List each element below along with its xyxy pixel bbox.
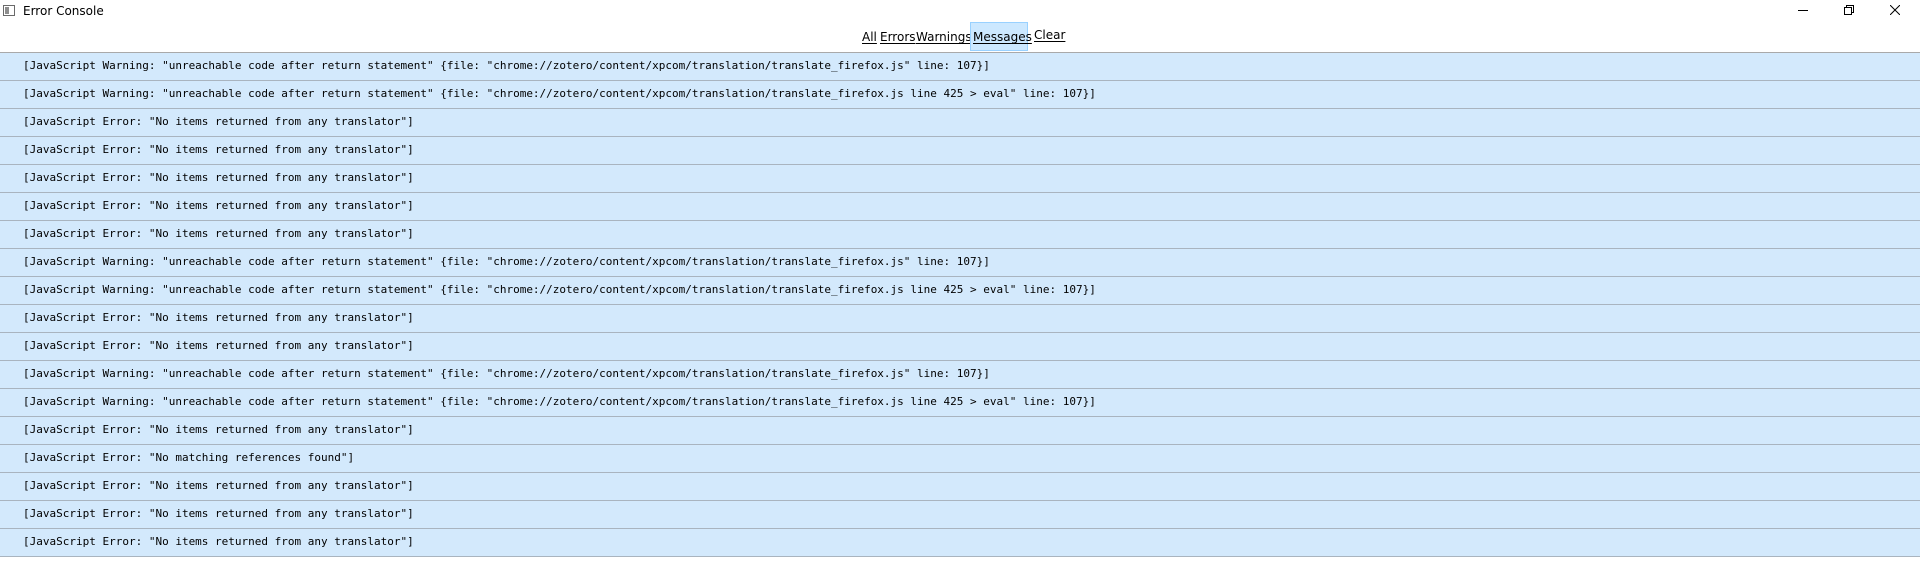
close-icon: [1890, 5, 1900, 15]
filter-errors-button[interactable]: Errors: [880, 30, 916, 44]
minimize-button[interactable]: [1780, 0, 1826, 22]
message-text: [JavaScript Error: "No items returned fr…: [23, 199, 414, 212]
message-row[interactable]: [JavaScript Warning: "unreachable code a…: [0, 277, 1920, 305]
message-text: [JavaScript Warning: "unreachable code a…: [23, 395, 1096, 408]
title-bar[interactable]: Error Console: [0, 0, 1920, 22]
close-button[interactable]: [1872, 0, 1918, 22]
message-text: [JavaScript Error: "No items returned fr…: [23, 507, 414, 520]
message-row[interactable]: [JavaScript Error: "No items returned fr…: [0, 473, 1920, 501]
minimize-icon: [1798, 10, 1808, 11]
message-row[interactable]: [JavaScript Error: "No items returned fr…: [0, 417, 1920, 445]
message-row[interactable]: [JavaScript Error: "No items returned fr…: [0, 221, 1920, 249]
message-text: [JavaScript Warning: "unreachable code a…: [23, 367, 990, 380]
message-row[interactable]: [JavaScript Error: "No items returned fr…: [0, 529, 1920, 557]
message-text: [JavaScript Warning: "unreachable code a…: [23, 87, 1096, 100]
filter-toolbar: All Errors Warnings Messages Clear: [0, 22, 1920, 53]
app-icon: [3, 5, 15, 16]
message-row[interactable]: [JavaScript Warning: "unreachable code a…: [0, 361, 1920, 389]
message-row[interactable]: [JavaScript Error: "No items returned fr…: [0, 193, 1920, 221]
filter-all-button[interactable]: All: [862, 30, 877, 44]
message-row[interactable]: [JavaScript Error: "No items returned fr…: [0, 333, 1920, 361]
message-row[interactable]: [JavaScript Warning: "unreachable code a…: [0, 249, 1920, 277]
message-row[interactable]: [JavaScript Warning: "unreachable code a…: [0, 81, 1920, 109]
message-row[interactable]: [JavaScript Warning: "unreachable code a…: [0, 53, 1920, 81]
message-list[interactable]: [JavaScript Warning: "unreachable code a…: [0, 53, 1920, 562]
restore-button[interactable]: [1826, 0, 1872, 22]
clear-button[interactable]: Clear: [1034, 28, 1065, 42]
message-row[interactable]: [JavaScript Error: "No items returned fr…: [0, 165, 1920, 193]
restore-icon: [1844, 5, 1854, 15]
message-row[interactable]: [JavaScript Error: "No items returned fr…: [0, 109, 1920, 137]
window-title: Error Console: [23, 4, 104, 18]
message-row[interactable]: [JavaScript Error: "No items returned fr…: [0, 137, 1920, 165]
message-text: [JavaScript Error: "No items returned fr…: [23, 115, 414, 128]
message-row[interactable]: [JavaScript Warning: "unreachable code a…: [0, 389, 1920, 417]
message-text: [JavaScript Error: "No items returned fr…: [23, 339, 414, 352]
filter-warnings-button[interactable]: Warnings: [916, 30, 972, 44]
message-row[interactable]: [JavaScript Error: "No items returned fr…: [0, 501, 1920, 529]
message-text: [JavaScript Warning: "unreachable code a…: [23, 283, 1096, 296]
message-text: [JavaScript Warning: "unreachable code a…: [23, 59, 990, 72]
message-text: [JavaScript Error: "No items returned fr…: [23, 535, 414, 548]
filter-messages-button[interactable]: Messages: [970, 22, 1032, 51]
message-text: [JavaScript Error: "No items returned fr…: [23, 423, 414, 436]
message-row[interactable]: [JavaScript Error: "No items returned fr…: [0, 305, 1920, 333]
message-text: [JavaScript Error: "No items returned fr…: [23, 143, 414, 156]
message-text: [JavaScript Error: "No items returned fr…: [23, 171, 414, 184]
message-text: [JavaScript Warning: "unreachable code a…: [23, 255, 990, 268]
message-text: [JavaScript Error: "No matching referenc…: [23, 451, 355, 464]
message-row[interactable]: [JavaScript Error: "No matching referenc…: [0, 445, 1920, 473]
message-text: [JavaScript Error: "No items returned fr…: [23, 311, 414, 324]
message-text: [JavaScript Error: "No items returned fr…: [23, 227, 414, 240]
message-text: [JavaScript Error: "No items returned fr…: [23, 479, 414, 492]
